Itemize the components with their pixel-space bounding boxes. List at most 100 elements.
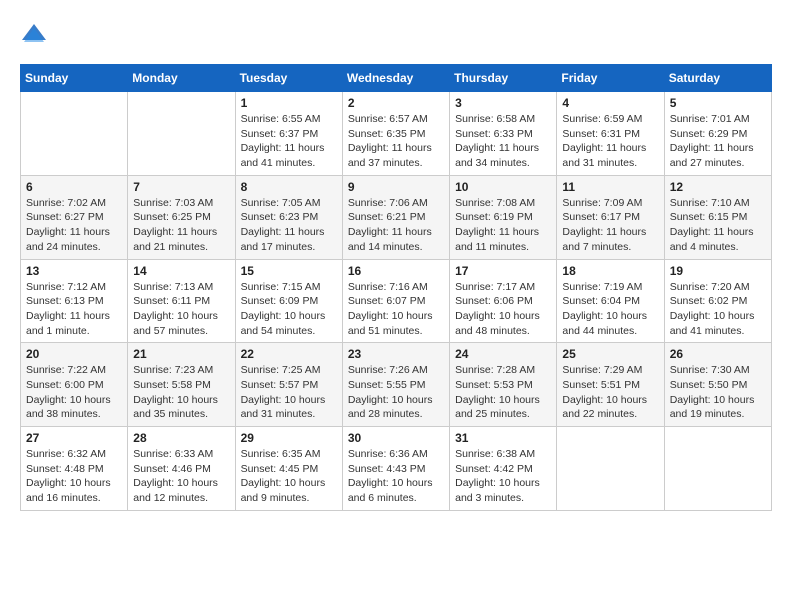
- day-number: 10: [455, 180, 551, 194]
- weekday-header-friday: Friday: [557, 65, 664, 92]
- day-info: Sunrise: 7:28 AM Sunset: 5:53 PM Dayligh…: [455, 363, 551, 422]
- day-number: 17: [455, 264, 551, 278]
- day-info: Sunrise: 7:05 AM Sunset: 6:23 PM Dayligh…: [241, 196, 337, 255]
- logo: [20, 20, 52, 48]
- weekday-header-sunday: Sunday: [21, 65, 128, 92]
- day-number: 26: [670, 347, 766, 361]
- day-number: 13: [26, 264, 122, 278]
- calendar-cell: 26 Sunrise: 7:30 AM Sunset: 5:50 PM Dayli…: [664, 343, 771, 427]
- day-number: 24: [455, 347, 551, 361]
- calendar-cell: 16Sunrise: 7:16 AM Sunset: 6:07 PM Dayli…: [342, 259, 449, 343]
- day-info: Sunrise: 6:59 AM Sunset: 6:31 PM Dayligh…: [562, 112, 658, 171]
- day-info: Sunrise: 7:29 AM Sunset: 5:51 PM Dayligh…: [562, 363, 658, 422]
- day-number: 15: [241, 264, 337, 278]
- day-info: Sunrise: 7:06 AM Sunset: 6:21 PM Dayligh…: [348, 196, 444, 255]
- calendar-cell: 29 Sunrise: 6:35 AM Sunset: 4:45 PM Dayli…: [235, 427, 342, 511]
- day-info: Sunrise: 6:35 AM Sunset: 4:45 PM Dayligh…: [241, 447, 337, 506]
- day-number: 2: [348, 96, 444, 110]
- day-number: 6: [26, 180, 122, 194]
- page-header: [20, 20, 772, 48]
- day-number: 25: [562, 347, 658, 361]
- calendar-cell: 9 Sunrise: 7:06 AM Sunset: 6:21 PM Daylig…: [342, 175, 449, 259]
- calendar-cell: 13 Sunrise: 7:12 AM Sunset: 6:13 PM Dayli…: [21, 259, 128, 343]
- logo-icon: [20, 20, 48, 48]
- calendar-cell: 6Sunrise: 7:02 AM Sunset: 6:27 PM Daylig…: [21, 175, 128, 259]
- calendar-week-row: 27 Sunrise: 6:32 AM Sunset: 4:48 PM Dayli…: [21, 427, 772, 511]
- day-info: Sunrise: 6:55 AM Sunset: 6:37 PM Dayligh…: [241, 112, 337, 171]
- day-info: Sunrise: 7:25 AM Sunset: 5:57 PM Dayligh…: [241, 363, 337, 422]
- day-info: Sunrise: 7:17 AM Sunset: 6:06 PM Dayligh…: [455, 280, 551, 339]
- calendar-cell: 22 Sunrise: 7:25 AM Sunset: 5:57 PM Dayli…: [235, 343, 342, 427]
- weekday-header-saturday: Saturday: [664, 65, 771, 92]
- calendar-week-row: 6Sunrise: 7:02 AM Sunset: 6:27 PM Daylig…: [21, 175, 772, 259]
- day-info: Sunrise: 7:30 AM Sunset: 5:50 PM Dayligh…: [670, 363, 766, 422]
- calendar-cell: 25 Sunrise: 7:29 AM Sunset: 5:51 PM Dayli…: [557, 343, 664, 427]
- day-info: Sunrise: 7:09 AM Sunset: 6:17 PM Dayligh…: [562, 196, 658, 255]
- calendar-cell: 11 Sunrise: 7:09 AM Sunset: 6:17 PM Dayli…: [557, 175, 664, 259]
- weekday-header-wednesday: Wednesday: [342, 65, 449, 92]
- weekday-header-row: SundayMondayTuesdayWednesdayThursdayFrid…: [21, 65, 772, 92]
- day-number: 31: [455, 431, 551, 445]
- day-number: 19: [670, 264, 766, 278]
- day-info: Sunrise: 7:19 AM Sunset: 6:04 PM Dayligh…: [562, 280, 658, 339]
- calendar-cell: 19Sunrise: 7:20 AM Sunset: 6:02 PM Dayli…: [664, 259, 771, 343]
- day-number: 16: [348, 264, 444, 278]
- day-number: 20: [26, 347, 122, 361]
- day-info: Sunrise: 7:03 AM Sunset: 6:25 PM Dayligh…: [133, 196, 229, 255]
- day-number: 22: [241, 347, 337, 361]
- day-info: Sunrise: 7:23 AM Sunset: 5:58 PM Dayligh…: [133, 363, 229, 422]
- day-info: Sunrise: 6:33 AM Sunset: 4:46 PM Dayligh…: [133, 447, 229, 506]
- day-number: 5: [670, 96, 766, 110]
- calendar-cell: 12 Sunrise: 7:10 AM Sunset: 6:15 PM Dayli…: [664, 175, 771, 259]
- calendar-cell: 1 Sunrise: 6:55 AM Sunset: 6:37 PM Daylig…: [235, 92, 342, 176]
- calendar-cell: 20 Sunrise: 7:22 AM Sunset: 6:00 PM Dayli…: [21, 343, 128, 427]
- calendar-cell: [664, 427, 771, 511]
- calendar-cell: 31 Sunrise: 6:38 AM Sunset: 4:42 PM Dayli…: [450, 427, 557, 511]
- calendar-week-row: 13 Sunrise: 7:12 AM Sunset: 6:13 PM Dayli…: [21, 259, 772, 343]
- day-info: Sunrise: 7:22 AM Sunset: 6:00 PM Dayligh…: [26, 363, 122, 422]
- day-info: Sunrise: 6:57 AM Sunset: 6:35 PM Dayligh…: [348, 112, 444, 171]
- day-number: 12: [670, 180, 766, 194]
- calendar-cell: 23 Sunrise: 7:26 AM Sunset: 5:55 PM Dayli…: [342, 343, 449, 427]
- calendar-cell: 28 Sunrise: 6:33 AM Sunset: 4:46 PM Dayli…: [128, 427, 235, 511]
- calendar-cell: 18Sunrise: 7:19 AM Sunset: 6:04 PM Dayli…: [557, 259, 664, 343]
- day-info: Sunrise: 7:01 AM Sunset: 6:29 PM Dayligh…: [670, 112, 766, 171]
- day-info: Sunrise: 6:58 AM Sunset: 6:33 PM Dayligh…: [455, 112, 551, 171]
- day-info: Sunrise: 7:08 AM Sunset: 6:19 PM Dayligh…: [455, 196, 551, 255]
- day-info: Sunrise: 7:13 AM Sunset: 6:11 PM Dayligh…: [133, 280, 229, 339]
- calendar-cell: [21, 92, 128, 176]
- weekday-header-monday: Monday: [128, 65, 235, 92]
- calendar-cell: 5 Sunrise: 7:01 AM Sunset: 6:29 PM Daylig…: [664, 92, 771, 176]
- calendar-cell: [128, 92, 235, 176]
- calendar-cell: 10 Sunrise: 7:08 AM Sunset: 6:19 PM Dayli…: [450, 175, 557, 259]
- day-info: Sunrise: 7:26 AM Sunset: 5:55 PM Dayligh…: [348, 363, 444, 422]
- day-number: 1: [241, 96, 337, 110]
- day-number: 4: [562, 96, 658, 110]
- day-info: Sunrise: 7:10 AM Sunset: 6:15 PM Dayligh…: [670, 196, 766, 255]
- calendar-cell: [557, 427, 664, 511]
- day-info: Sunrise: 6:36 AM Sunset: 4:43 PM Dayligh…: [348, 447, 444, 506]
- calendar-cell: 15 Sunrise: 7:15 AM Sunset: 6:09 PM Dayli…: [235, 259, 342, 343]
- day-number: 30: [348, 431, 444, 445]
- day-number: 29: [241, 431, 337, 445]
- day-number: 14: [133, 264, 229, 278]
- day-info: Sunrise: 6:32 AM Sunset: 4:48 PM Dayligh…: [26, 447, 122, 506]
- day-number: 8: [241, 180, 337, 194]
- calendar-cell: 3Sunrise: 6:58 AM Sunset: 6:33 PM Daylig…: [450, 92, 557, 176]
- calendar-cell: 2 Sunrise: 6:57 AM Sunset: 6:35 PM Daylig…: [342, 92, 449, 176]
- calendar-cell: 17 Sunrise: 7:17 AM Sunset: 6:06 PM Dayli…: [450, 259, 557, 343]
- calendar-cell: 8 Sunrise: 7:05 AM Sunset: 6:23 PM Daylig…: [235, 175, 342, 259]
- calendar-cell: 30 Sunrise: 6:36 AM Sunset: 4:43 PM Dayli…: [342, 427, 449, 511]
- day-number: 28: [133, 431, 229, 445]
- day-number: 9: [348, 180, 444, 194]
- day-info: Sunrise: 7:15 AM Sunset: 6:09 PM Dayligh…: [241, 280, 337, 339]
- day-number: 11: [562, 180, 658, 194]
- day-number: 23: [348, 347, 444, 361]
- day-number: 27: [26, 431, 122, 445]
- calendar-cell: 24 Sunrise: 7:28 AM Sunset: 5:53 PM Dayli…: [450, 343, 557, 427]
- weekday-header-tuesday: Tuesday: [235, 65, 342, 92]
- day-info: Sunrise: 6:38 AM Sunset: 4:42 PM Dayligh…: [455, 447, 551, 506]
- calendar-cell: 7Sunrise: 7:03 AM Sunset: 6:25 PM Daylig…: [128, 175, 235, 259]
- weekday-header-thursday: Thursday: [450, 65, 557, 92]
- day-info: Sunrise: 7:12 AM Sunset: 6:13 PM Dayligh…: [26, 280, 122, 339]
